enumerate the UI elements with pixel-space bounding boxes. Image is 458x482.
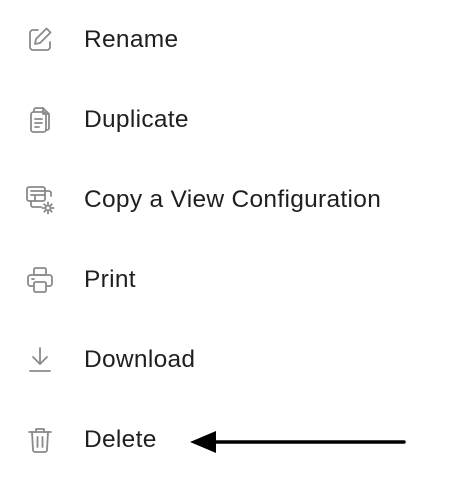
menu-item-label: Copy a View Configuration	[84, 186, 382, 213]
menu-item-label: Download	[84, 346, 196, 373]
edit-icon	[24, 24, 56, 56]
menu-item-copy-view-configuration[interactable]: Copy a View Configuration	[0, 170, 440, 230]
menu-item-print[interactable]: Print	[0, 250, 440, 310]
menu-item-duplicate[interactable]: Duplicate	[0, 90, 440, 150]
annotation-arrow	[188, 426, 408, 458]
printer-icon	[24, 264, 56, 296]
menu-item-label: Print	[84, 266, 136, 293]
menu-item-label: Delete	[84, 426, 157, 453]
menu-item-label: Rename	[84, 26, 179, 53]
download-icon	[24, 344, 56, 376]
menu-item-download[interactable]: Download	[0, 330, 440, 390]
context-menu: Rename Duplicate Copy a View Configurati	[0, 0, 458, 482]
copy-config-icon	[24, 184, 56, 216]
duplicate-icon	[24, 104, 56, 136]
menu-item-rename[interactable]: Rename	[0, 10, 440, 70]
trash-icon	[24, 424, 56, 456]
menu-item-label: Duplicate	[84, 106, 189, 133]
